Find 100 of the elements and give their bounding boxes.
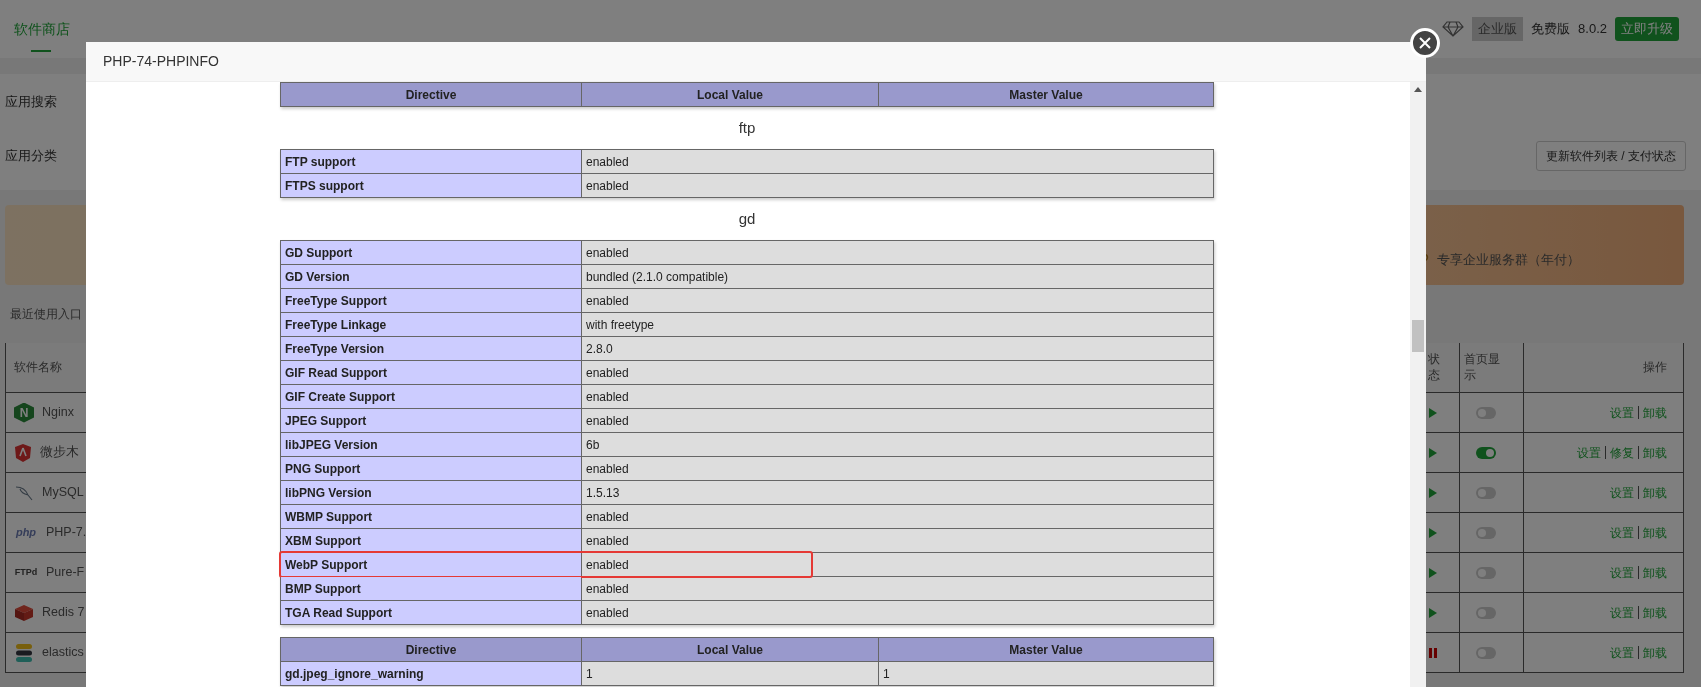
toggle-switch[interactable]: [1476, 566, 1496, 579]
action-link[interactable]: 卸载: [1643, 483, 1667, 502]
value-cell: enabled: [581, 360, 1214, 385]
software-name: Pure-F: [46, 564, 85, 582]
column-header: Master Value: [878, 637, 1214, 662]
column-header: Local Value: [581, 82, 879, 107]
value-cell: enabled: [581, 504, 1214, 529]
action-link[interactable]: 设置: [1610, 523, 1634, 542]
value-cell: 1: [878, 661, 1214, 686]
value-cell: enabled: [581, 576, 1214, 601]
scrollbar-thumb[interactable]: [1412, 320, 1424, 352]
directive-name: PNG Support: [280, 456, 582, 481]
value-cell: enabled: [581, 408, 1214, 433]
column-header: 操作: [1643, 359, 1667, 376]
action-link[interactable]: 卸载: [1643, 643, 1667, 662]
store-tab[interactable]: 软件商店: [0, 0, 84, 58]
action-link[interactable]: 设置: [1610, 563, 1634, 582]
directive-name: BMP Support: [280, 576, 582, 601]
version-text: 8.0.2: [1578, 20, 1607, 39]
shield-icon: [14, 442, 32, 463]
action-link[interactable]: 设置: [1610, 403, 1634, 422]
directive-name: XBM Support: [280, 528, 582, 553]
directive-name: gd.jpeg_ignore_warning: [280, 661, 582, 686]
action-link[interactable]: 卸载: [1643, 563, 1667, 582]
upgrade-button[interactable]: 立即升级: [1615, 17, 1679, 41]
value-cell: with freetype: [581, 312, 1214, 337]
value-cell: enabled: [581, 456, 1214, 481]
value-cell: 2.8.0: [581, 336, 1214, 361]
toggle-switch[interactable]: [1476, 446, 1496, 459]
logo-text: FTPd: [14, 565, 38, 579]
search-label: 应用搜索: [5, 93, 57, 112]
toggle-switch[interactable]: [1476, 406, 1496, 419]
value-cell: enabled: [581, 240, 1214, 265]
directive-name: GD Support: [280, 240, 582, 265]
action-link[interactable]: 设置: [1577, 443, 1601, 462]
directive-name: WBMP Support: [280, 504, 582, 529]
action-link[interactable]: 卸载: [1643, 443, 1667, 462]
action-link[interactable]: 卸载: [1643, 603, 1667, 622]
stacked-bars-icon: [14, 642, 34, 663]
close-icon: [1419, 37, 1431, 49]
action-link[interactable]: 卸载: [1643, 523, 1667, 542]
software-name: elastics: [42, 644, 84, 662]
software-name: PHP-7.: [46, 524, 87, 542]
value-cell: enabled: [581, 288, 1214, 313]
software-name: MySQL: [42, 484, 84, 502]
action-link[interactable]: 设置: [1610, 483, 1634, 502]
column-header: 首页显示: [1464, 351, 1500, 384]
value-cell: enabled: [581, 600, 1214, 625]
value-cell: 1.5.13: [581, 480, 1214, 505]
value-cell: enabled: [581, 552, 1214, 577]
directive-name: JPEG Support: [280, 408, 582, 433]
column-header: Local Value: [581, 637, 879, 662]
value-cell: enabled: [581, 173, 1214, 198]
scrollbar[interactable]: [1410, 82, 1426, 687]
banner-text: 专享企业服务群（年付）: [1437, 250, 1580, 269]
directive-name: FreeType Version: [280, 336, 582, 361]
section-title: gd: [738, 208, 756, 229]
recent-label: 最近使用入口: [10, 306, 82, 323]
logo-text: php: [14, 525, 38, 541]
up-arrow-icon: [1414, 86, 1422, 92]
value-cell: 1: [581, 661, 879, 686]
refresh-button[interactable]: 更新软件列表 / 支付状态: [1536, 141, 1686, 171]
value-cell: bundled (2.1.0 compatible): [581, 264, 1214, 289]
directive-name: GD Version: [280, 264, 582, 289]
toggle-switch[interactable]: [1476, 646, 1496, 659]
toggle-switch[interactable]: [1476, 606, 1496, 619]
directive-name: FreeType Linkage: [280, 312, 582, 337]
section-title: ftp: [738, 117, 756, 138]
action-link[interactable]: 设置: [1610, 603, 1634, 622]
action-link[interactable]: 设置: [1610, 643, 1634, 662]
cube-icon: [14, 603, 34, 622]
directive-name: libJPEG Version: [280, 432, 582, 457]
directive-name: GIF Create Support: [280, 384, 582, 409]
column-header: Directive: [280, 82, 582, 107]
column-header: Master Value: [878, 82, 1214, 107]
action-link[interactable]: 修复: [1610, 443, 1634, 462]
diamond-icon: [1442, 21, 1465, 37]
hexagon-logo: N: [14, 402, 34, 423]
software-name: 微步木: [40, 444, 79, 462]
directive-name: FreeType Support: [280, 288, 582, 313]
category-label: 应用分类: [5, 147, 57, 166]
value-cell: enabled: [581, 528, 1214, 553]
column-header: 软件名称: [14, 359, 62, 376]
dialog-title: PHP-74-PHPINFO: [86, 42, 1426, 82]
directive-name: FTP support: [280, 149, 582, 174]
directive-name: libPNG Version: [280, 480, 582, 505]
value-cell: 6b: [581, 432, 1214, 457]
directive-name: TGA Read Support: [280, 600, 582, 625]
column-header: 状态: [1428, 351, 1440, 384]
action-link[interactable]: 卸载: [1643, 403, 1667, 422]
value-cell: enabled: [581, 384, 1214, 409]
software-name: Nginx: [42, 404, 74, 422]
value-cell: enabled: [581, 149, 1214, 174]
column-header: Directive: [280, 637, 582, 662]
toggle-switch[interactable]: [1476, 526, 1496, 539]
free-edition-label: 免费版: [1531, 20, 1571, 39]
toggle-switch[interactable]: [1476, 486, 1496, 499]
directive-name: GIF Read Support: [280, 360, 582, 385]
software-name: Redis 7: [42, 604, 85, 622]
directive-name: FTPS support: [280, 173, 582, 198]
